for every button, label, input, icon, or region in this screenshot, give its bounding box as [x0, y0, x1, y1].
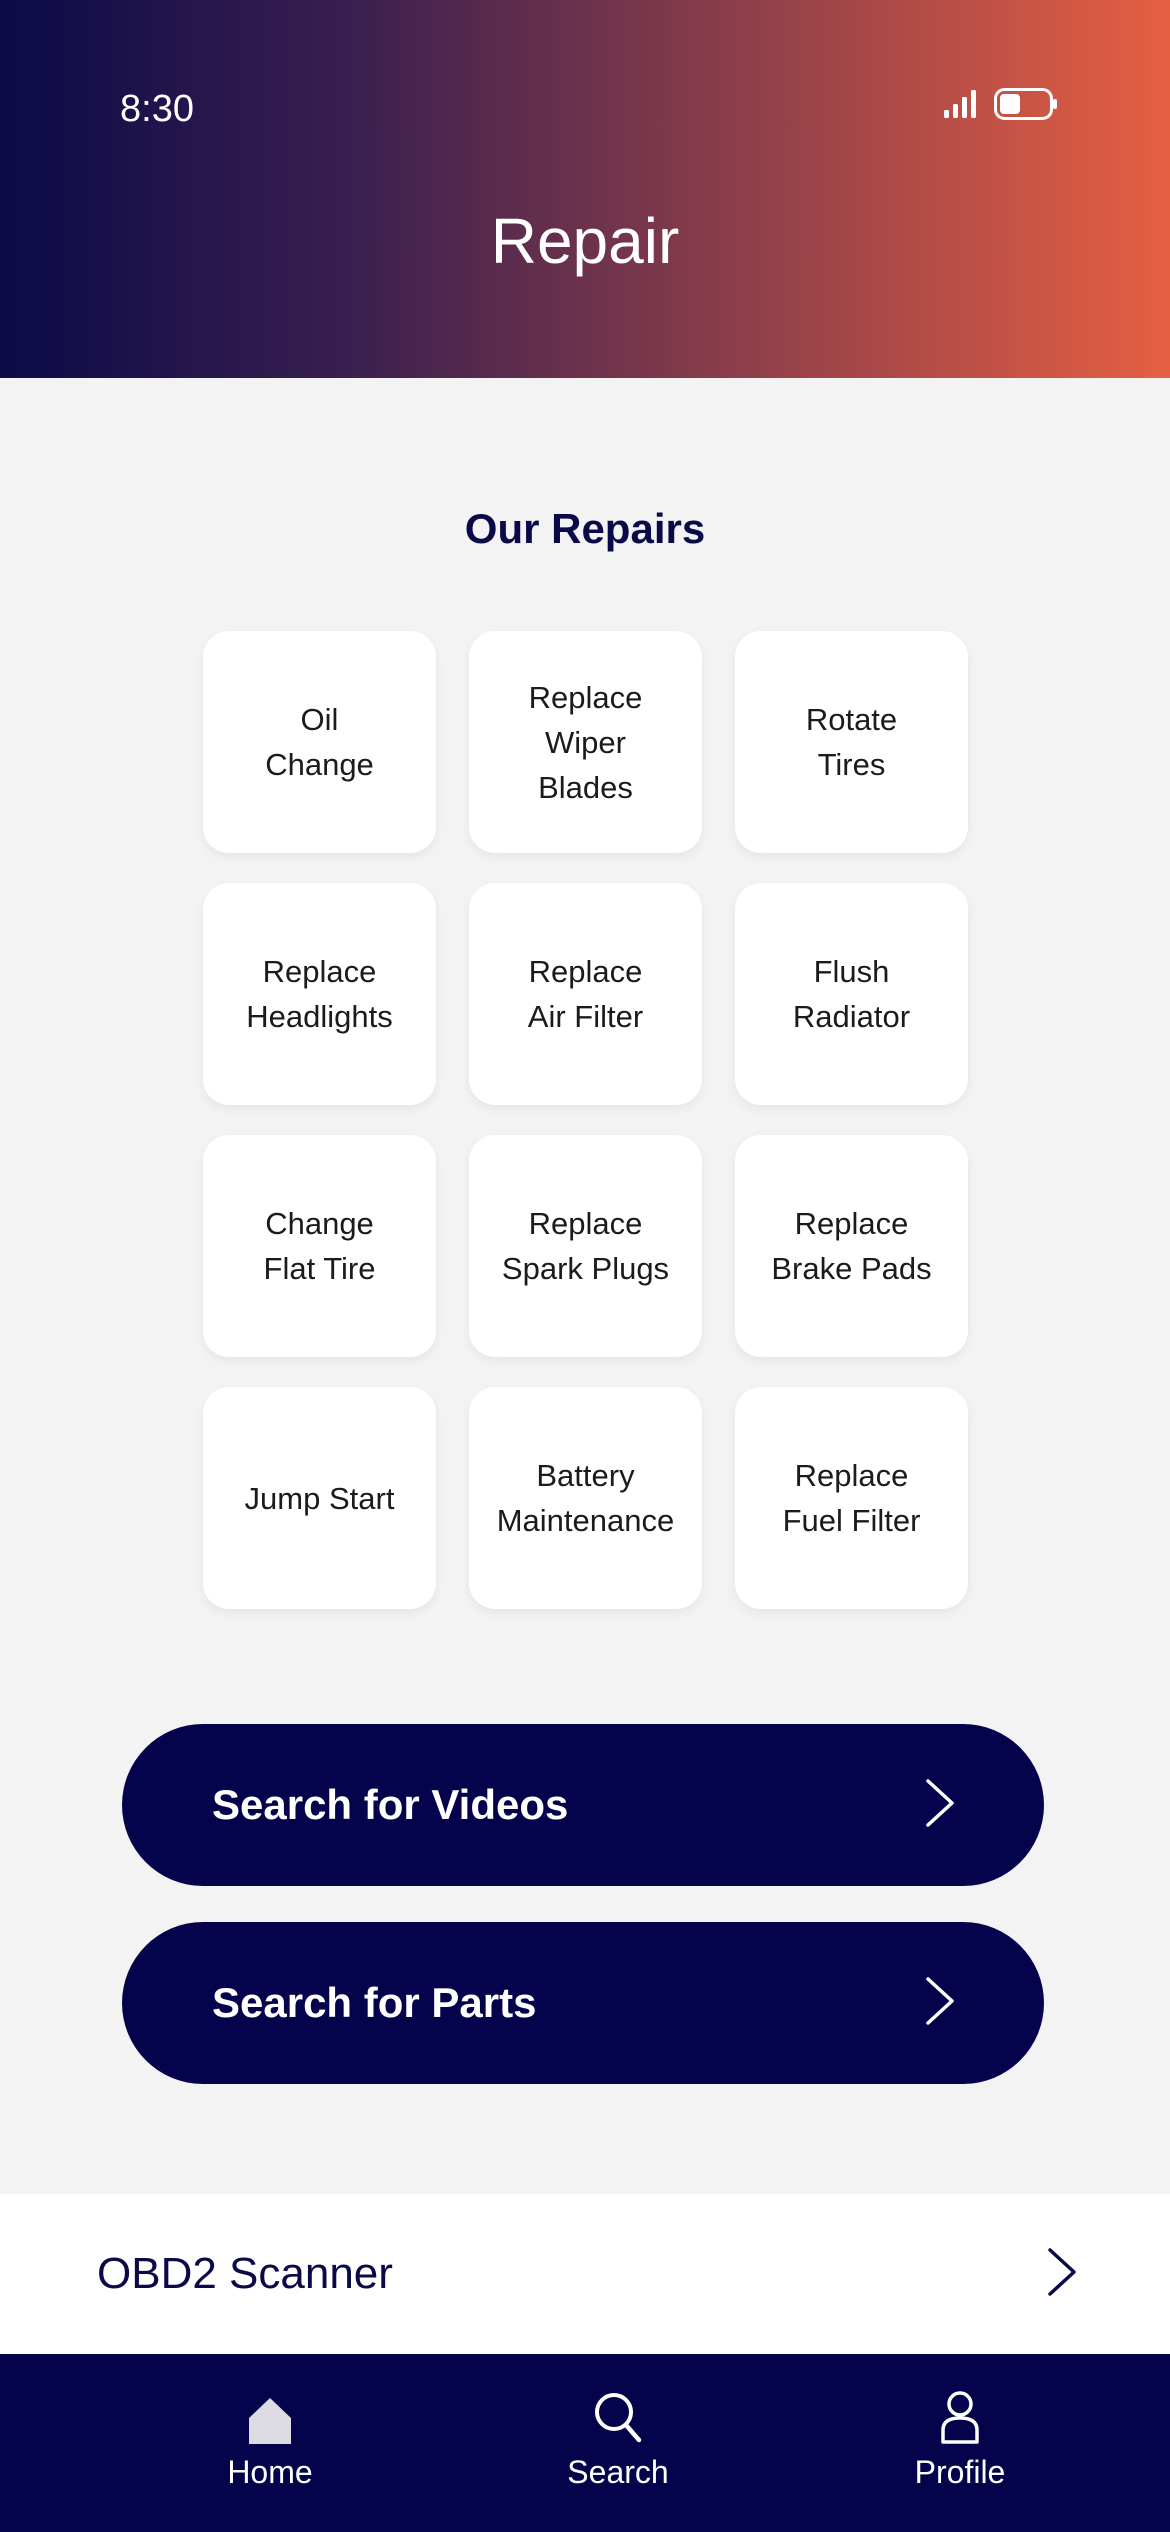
status-icons [944, 88, 1058, 125]
tab-home[interactable]: Home [170, 2354, 370, 2532]
profile-icon [940, 2390, 980, 2444]
obd2-scanner-row[interactable]: OBD2 Scanner [0, 2194, 1170, 2354]
chevron-right-icon [924, 1778, 956, 1833]
repair-card-air-filter[interactable]: Replace Air Filter [469, 883, 702, 1105]
tab-profile-label: Profile [914, 2454, 1006, 2490]
chevron-right-icon [1046, 2247, 1078, 2302]
repair-card-fuel-filter[interactable]: Replace Fuel Filter [735, 1387, 968, 1609]
search-videos-button[interactable]: Search for Videos [122, 1724, 1044, 1886]
repair-card-jump-start[interactable]: Jump Start [203, 1387, 436, 1609]
repair-card-spark-plugs[interactable]: Replace Spark Plugs [469, 1135, 702, 1357]
repair-card-flush-radiator[interactable]: Flush Radiator [735, 883, 968, 1105]
section-title-our-repairs: Our Repairs [464, 505, 706, 552]
signal-icon [944, 90, 976, 123]
repair-card-battery[interactable]: Battery Maintenance [469, 1387, 702, 1609]
search-parts-button[interactable]: Search for Parts [122, 1922, 1044, 2084]
tab-home-label: Home [227, 2454, 313, 2490]
page-title: Repair [490, 205, 680, 277]
search-icon [594, 2390, 642, 2444]
app-header: 8:30 Repair [0, 0, 1170, 378]
obd2-scanner-label: OBD2 Scanner [97, 2249, 393, 2298]
repair-card-brake-pads[interactable]: Replace Brake Pads [735, 1135, 968, 1357]
repair-card-oil-change[interactable]: Oil Change [203, 631, 436, 853]
repair-card-wiper-blades[interactable]: Replace Wiper Blades [469, 631, 702, 853]
chevron-right-icon [924, 1976, 956, 2031]
search-videos-label: Search for Videos [212, 1781, 569, 1828]
battery-icon [994, 88, 1058, 125]
tab-profile[interactable]: Profile [860, 2354, 1060, 2532]
tab-search[interactable]: Search [518, 2354, 718, 2532]
repair-card-flat-tire[interactable]: Change Flat Tire [203, 1135, 436, 1357]
repair-card-rotate-tires[interactable]: Rotate Tires [735, 631, 968, 853]
bottom-tab-bar: Home Search Profile [0, 2354, 1170, 2532]
tab-search-label: Search [567, 2454, 669, 2490]
repairs-grid: Oil Change Replace Wiper Blades Rotate T… [203, 631, 969, 1609]
status-time: 8:30 [120, 88, 194, 130]
search-parts-label: Search for Parts [212, 1979, 537, 2026]
home-icon [247, 2390, 293, 2444]
repair-card-headlights[interactable]: Replace Headlights [203, 883, 436, 1105]
